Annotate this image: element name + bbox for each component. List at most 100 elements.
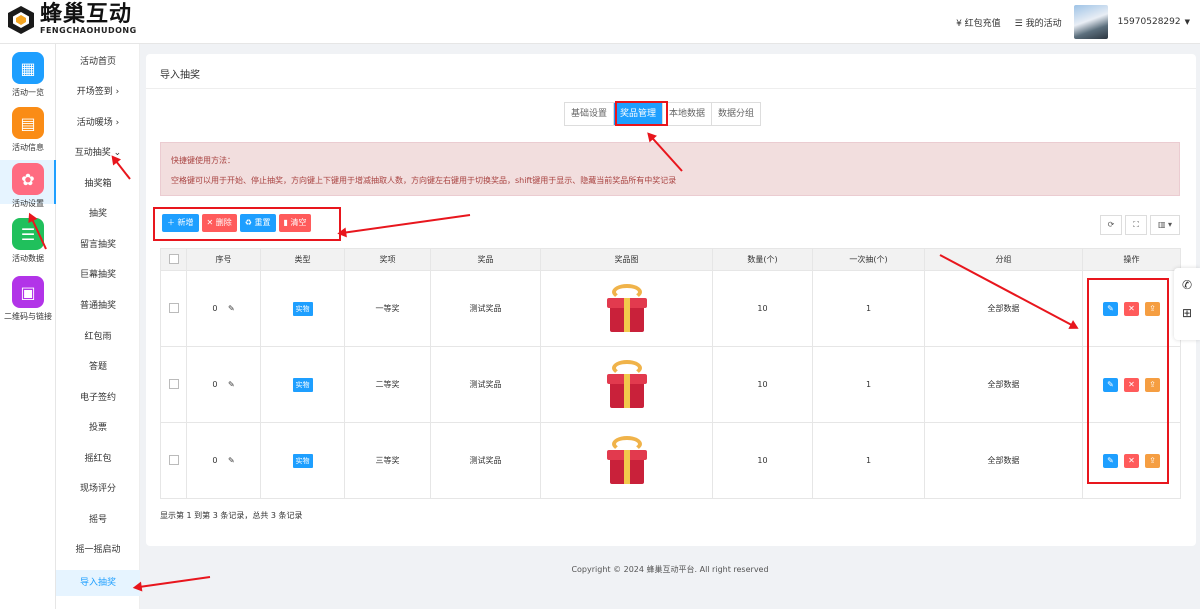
per-draw: 1 bbox=[812, 270, 925, 347]
sidebar-item-label: 活动数据 bbox=[12, 254, 44, 263]
notice-title: 快捷键使用方法： bbox=[171, 156, 235, 165]
per-draw: 1 bbox=[812, 346, 925, 423]
document-icon: ▤ bbox=[12, 107, 44, 139]
tab-local-data[interactable]: 本地数据 bbox=[663, 103, 713, 125]
annotation-box-toolbar bbox=[153, 207, 341, 241]
menu-item[interactable]: 开场签到 › bbox=[56, 83, 140, 101]
column-header: 奖项 bbox=[344, 248, 431, 271]
select-all-checkbox[interactable] bbox=[160, 248, 187, 271]
sidebar-item-label: 活动一览 bbox=[12, 88, 44, 97]
pencil-icon[interactable]: ✎ bbox=[228, 380, 235, 389]
group: 全部数据 bbox=[924, 270, 1083, 347]
prize-level: 三等奖 bbox=[344, 422, 431, 499]
annotation-box-actions bbox=[1087, 278, 1169, 484]
menu-item[interactable]: 答题 bbox=[56, 358, 140, 376]
quantity: 10 bbox=[712, 422, 813, 499]
table-row: 0 ✎ 实物 三等奖 测试奖品 10 1 全部数据 ✎ ✕ ⇪ bbox=[160, 422, 1181, 499]
prize-level: 二等奖 bbox=[344, 346, 431, 423]
seq-value: 0 bbox=[212, 380, 218, 389]
refresh-icon[interactable]: ⟳ bbox=[1100, 215, 1122, 235]
notice-text: 空格键可以用于开始、停止抽奖，方向键上下键用于增减抽取人数，方向键左右键用于切换… bbox=[171, 176, 677, 185]
top-bar: 蜂巢互动 FENGCHAOHUDONG ¥ 红包充值 ☰ 我的活动 159705… bbox=[0, 0, 1200, 44]
tab-basic-settings[interactable]: 基础设置 bbox=[565, 103, 615, 125]
annotation-arrow bbox=[134, 576, 211, 589]
sidebar-item-label: 活动设置 bbox=[12, 199, 44, 208]
prize-level: 一等奖 bbox=[344, 270, 431, 347]
pencil-icon[interactable]: ✎ bbox=[228, 304, 235, 313]
prize-name: 测试奖品 bbox=[430, 346, 541, 423]
menu-item[interactable]: 普通抽奖 bbox=[56, 297, 140, 315]
column-header: 一次抽(个) bbox=[812, 248, 925, 271]
menu-item[interactable]: 留言抽奖 bbox=[56, 236, 140, 254]
tab-data-groups[interactable]: 数据分组 bbox=[712, 103, 761, 125]
menu-item[interactable]: 摇号 bbox=[56, 511, 140, 529]
prize-name: 测试奖品 bbox=[430, 422, 541, 499]
brand-name: 蜂巢互动 bbox=[40, 2, 133, 27]
sidebar-item-2[interactable]: ✿ 活动设置 bbox=[0, 163, 56, 209]
column-header: 操作 bbox=[1082, 248, 1181, 271]
fullscreen-icon[interactable]: ⛶ bbox=[1125, 215, 1147, 235]
sidebar-item-1[interactable]: ▤ 活动信息 bbox=[0, 107, 56, 153]
shortcut-notice: 快捷键使用方法： 空格键可以用于开始、停止抽奖，方向键上下键用于增减抽取人数，方… bbox=[160, 142, 1180, 196]
divider bbox=[146, 88, 1196, 89]
sidebar-item-3[interactable]: ☰ 活动数据 bbox=[0, 218, 56, 264]
columns-toggle-icon[interactable]: ▥ ▾ bbox=[1150, 215, 1180, 235]
username[interactable]: 15970528292 bbox=[1118, 17, 1181, 27]
sidebar-item-label: 活动信息 bbox=[12, 143, 44, 152]
sub-menu: 活动首页 开场签到 › 活动暖场 › 互动抽奖 ⌄ 抽奖箱 抽奖 留言抽奖 巨幕抽奖 普通抽奖红… bbox=[56, 44, 140, 609]
row-checkbox[interactable] bbox=[160, 270, 187, 347]
table-row: 0 ✎ 实物 二等奖 测试奖品 10 1 全部数据 ✎ ✕ ⇪ bbox=[160, 346, 1181, 423]
type-badge: 实物 bbox=[292, 301, 313, 316]
grid-icon: ▦ bbox=[12, 52, 44, 84]
sidebar-item-label: 二维码与链接 bbox=[4, 312, 52, 321]
gift-box-image bbox=[604, 435, 650, 486]
hexagon-logo-icon bbox=[6, 5, 36, 35]
brand-logo[interactable]: 蜂巢互动 FENGCHAOHUDONG bbox=[6, 4, 137, 36]
menu-item[interactable]: 摇一摇启动 bbox=[56, 541, 140, 559]
menu-item[interactable]: 互动抽奖 ⌄ bbox=[56, 144, 140, 162]
seq-value: 0 bbox=[212, 456, 218, 465]
column-header: 奖品图 bbox=[540, 248, 713, 271]
phone-icon[interactable]: ✆ bbox=[1174, 278, 1200, 292]
column-header: 类型 bbox=[260, 248, 345, 271]
quantity: 10 bbox=[712, 346, 813, 423]
group: 全部数据 bbox=[924, 346, 1083, 423]
page-title: 导入抽奖 bbox=[160, 70, 200, 81]
seq-value: 0 bbox=[212, 304, 218, 313]
row-checkbox[interactable] bbox=[160, 346, 187, 423]
main-panel: 导入抽奖 基础设置 奖品管理 本地数据 数据分组 快捷键使用方法： 空格键可以用… bbox=[146, 54, 1196, 546]
menu-item[interactable]: 摇红包 bbox=[56, 450, 140, 468]
per-draw: 1 bbox=[812, 422, 925, 499]
floating-contact-panel: ✆ ⊞ bbox=[1174, 268, 1200, 340]
sidebar-item-0[interactable]: ▦ 活动一览 bbox=[0, 52, 56, 98]
gift-box-image bbox=[604, 359, 650, 410]
brand-name-en: FENGCHAOHUDONG bbox=[40, 26, 137, 35]
table-tools: ⟳ ⛶ ▥ ▾ bbox=[1097, 215, 1180, 235]
menu-item[interactable]: 红包雨 bbox=[56, 328, 140, 346]
apps-icon[interactable]: ⊞ bbox=[1174, 306, 1200, 320]
menu-item[interactable]: 现场评分 bbox=[56, 480, 140, 498]
sidebar-item-4[interactable]: ▣ 二维码与链接 bbox=[0, 276, 56, 322]
type-badge: 实物 bbox=[292, 453, 313, 468]
annotation-box-tab bbox=[615, 101, 668, 126]
menu-item[interactable]: 投票 bbox=[56, 419, 140, 437]
column-header: 序号 bbox=[186, 248, 261, 271]
row-checkbox[interactable] bbox=[160, 422, 187, 499]
copyright: Copyright © 2024 蜂巢互动平台. All right reser… bbox=[571, 565, 769, 574]
recharge-link[interactable]: ¥ 红包充值 bbox=[956, 16, 1001, 29]
column-header: 数量(个) bbox=[712, 248, 813, 271]
avatar[interactable] bbox=[1073, 5, 1108, 39]
menu-item[interactable]: 活动暖场 › bbox=[56, 114, 140, 132]
pagination-summary: 显示第 1 到第 3 条记录，总共 3 条记录 bbox=[160, 511, 303, 520]
menu-item[interactable]: 电子签约 bbox=[56, 389, 140, 407]
my-activities-link[interactable]: ☰ 我的活动 bbox=[1015, 16, 1062, 29]
qrcode-icon: ▣ bbox=[12, 276, 44, 308]
menu-item[interactable]: 活动首页 bbox=[56, 53, 140, 71]
pencil-icon[interactable]: ✎ bbox=[228, 456, 235, 465]
chevron-down-icon[interactable]: ▼ bbox=[1185, 18, 1190, 26]
gear-icon: ✿ bbox=[12, 163, 44, 195]
prize-name: 测试奖品 bbox=[430, 270, 541, 347]
menu-item[interactable]: 抽奖 bbox=[56, 205, 140, 223]
menu-item[interactable]: 巨幕抽奖 bbox=[56, 266, 140, 284]
group: 全部数据 bbox=[924, 422, 1083, 499]
